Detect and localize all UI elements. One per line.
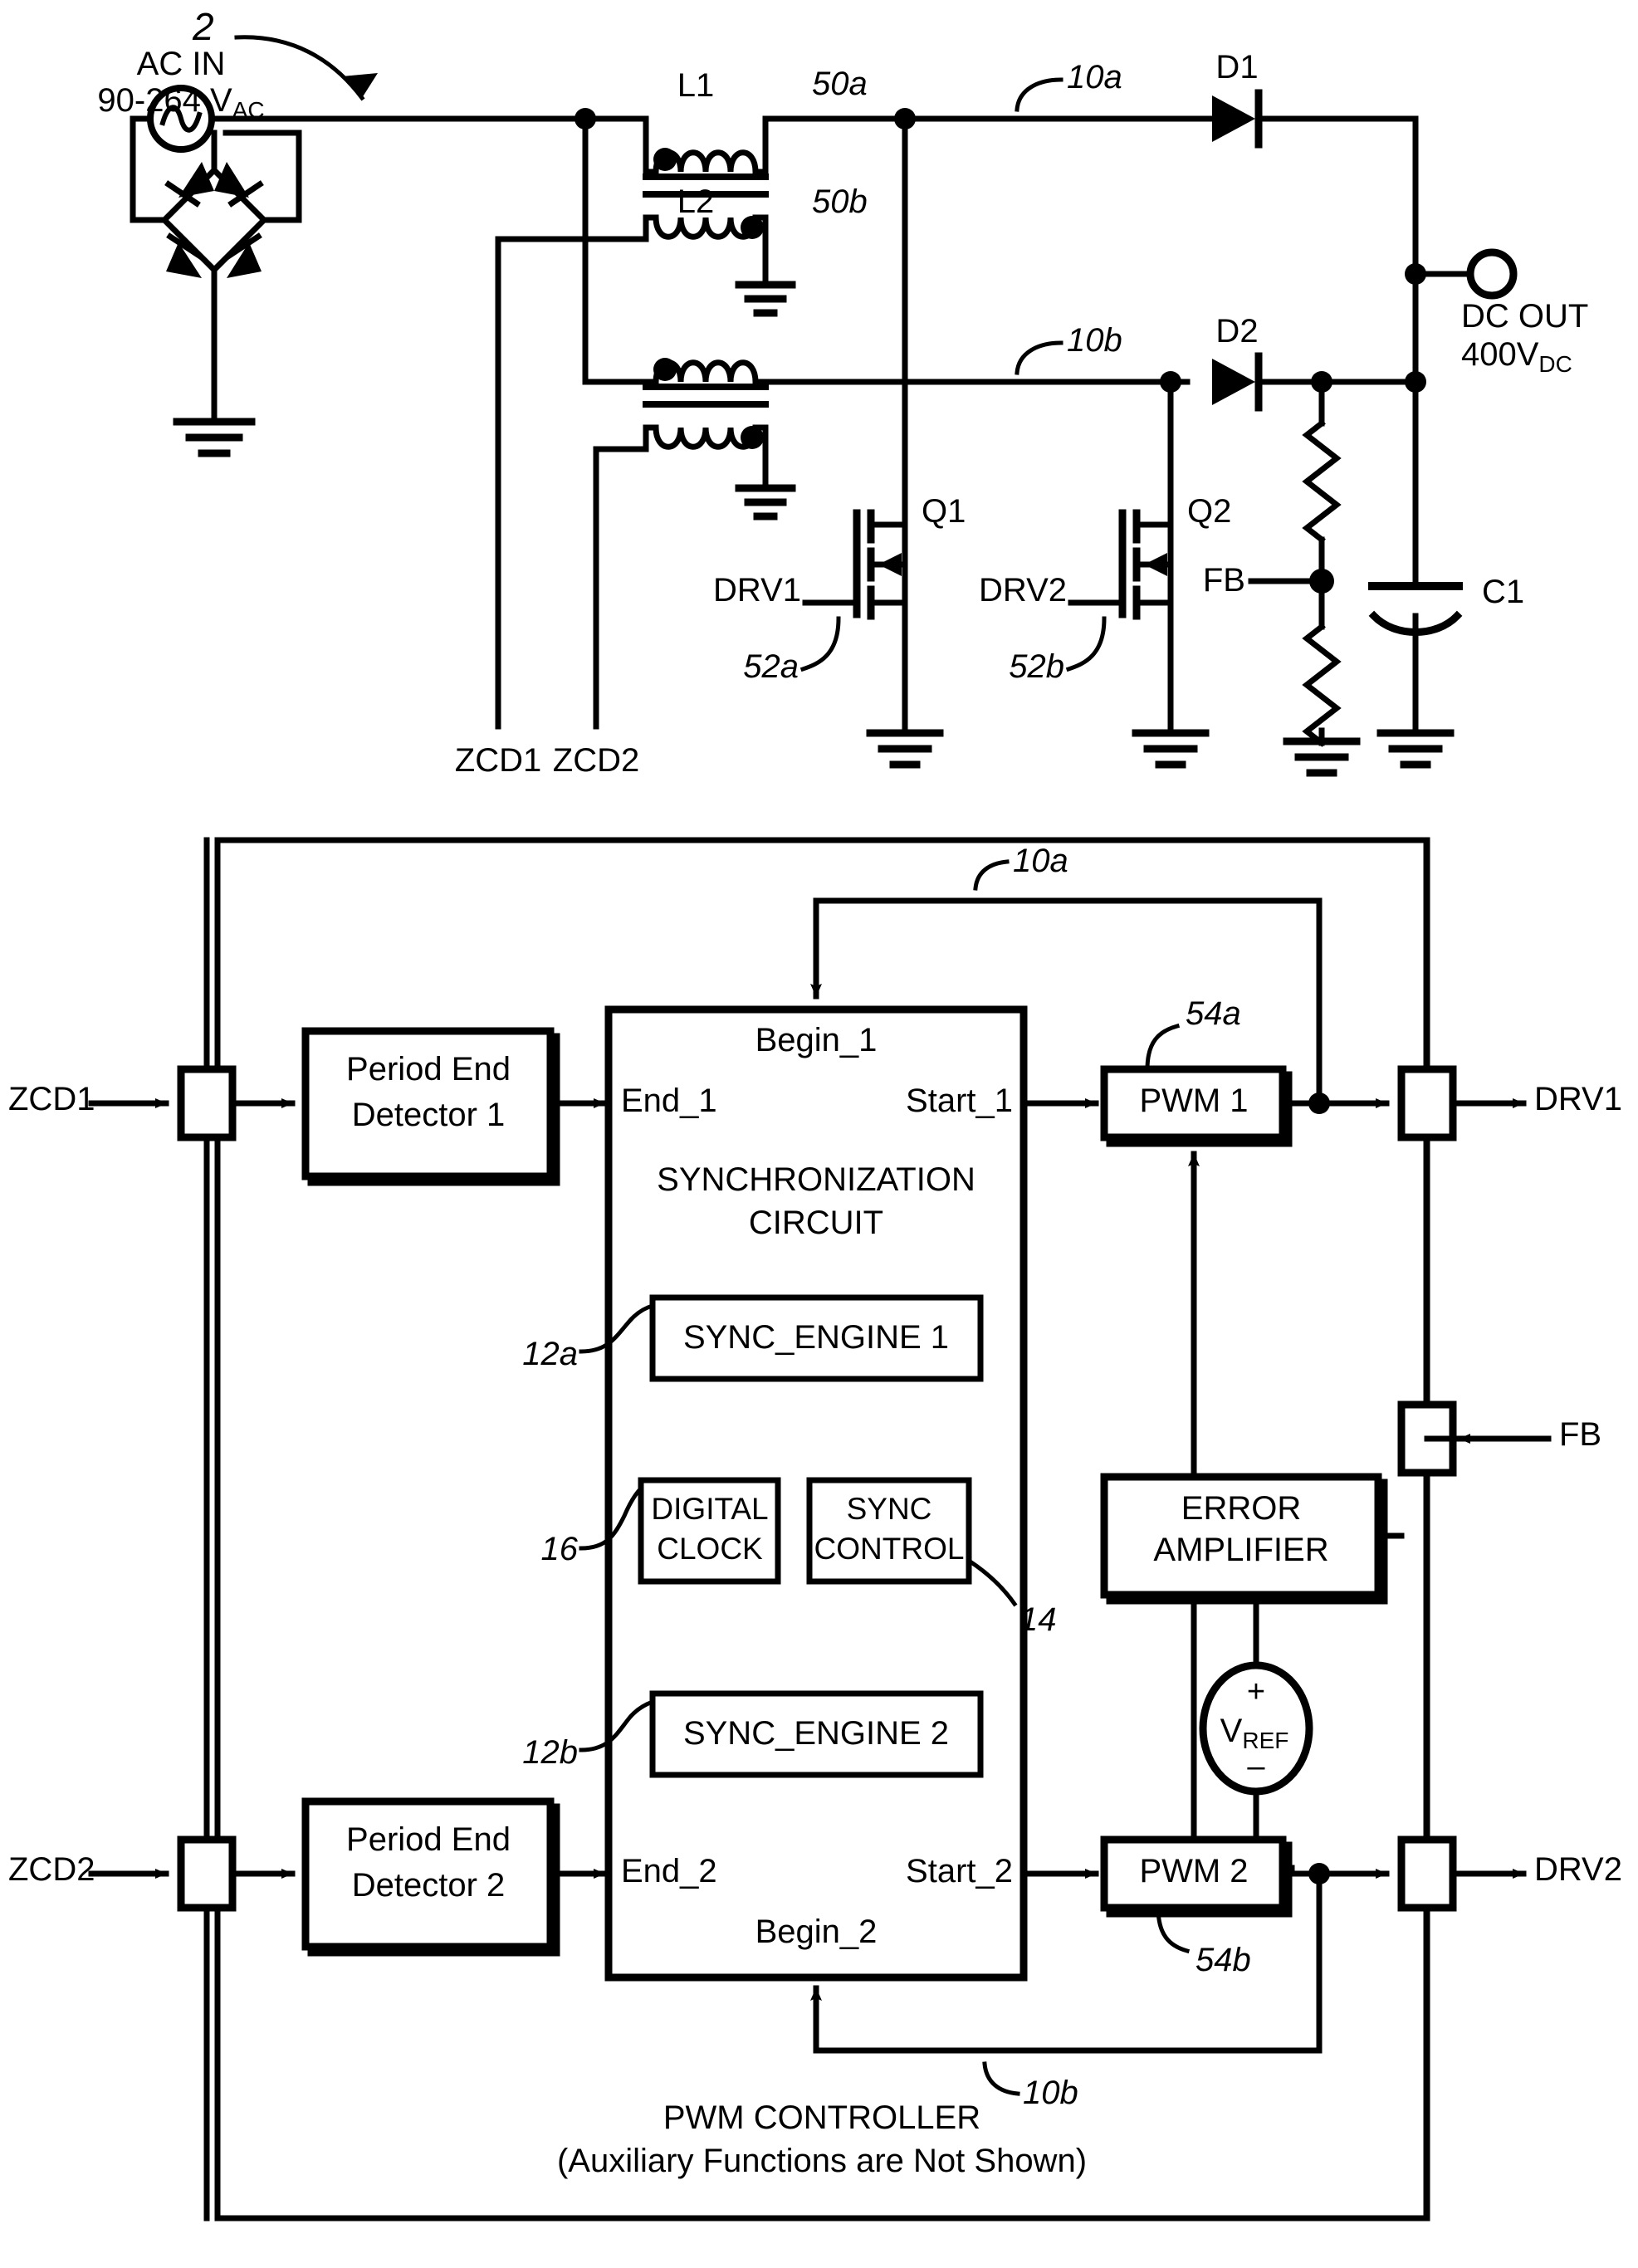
- port-begin-1: Begin_1: [755, 1022, 878, 1058]
- ac-input-label-line2: 90-264 VAC: [97, 83, 264, 123]
- ref-54a: 54a: [1186, 995, 1241, 1032]
- pin-label-zcd1: ZCD1: [8, 1081, 95, 1117]
- pin-label-drv1: DRV1: [1534, 1081, 1622, 1117]
- controller-caption-line1: PWM CONTROLLER: [663, 2099, 981, 2136]
- ref-net-10a-bottom: 10a: [1013, 843, 1068, 879]
- sync-circuit-title-line2: CIRCUIT: [748, 1205, 884, 1241]
- drive-signal-drv1-label: DRV1: [713, 572, 801, 609]
- mosfet-q2-label: Q2: [1187, 493, 1232, 530]
- dc-output-label-line1: DC OUT: [1461, 298, 1589, 335]
- period-end-detector-2-line2: Detector 2: [351, 1867, 506, 1904]
- port-start-1: Start_1: [906, 1083, 1013, 1119]
- ref-52b: 52b: [1009, 648, 1064, 685]
- pwm-2-label: PWM 2: [1139, 1853, 1249, 1889]
- ref-52a: 52a: [743, 648, 799, 685]
- port-start-2: Start_2: [906, 1853, 1013, 1889]
- vref-label: VREF: [1220, 1713, 1289, 1753]
- ac-input-voltage-sub: AC: [232, 96, 265, 123]
- error-amplifier-label-line1: ERROR: [1181, 1490, 1302, 1527]
- digital-clock-label-line2: CLOCK: [657, 1532, 763, 1566]
- dc-output-label-line2: 400VDC: [1461, 337, 1572, 377]
- controller-caption-line2: (Auxiliary Functions are Not Shown): [556, 2143, 1088, 2179]
- ref-net-10a-top: 10a: [1067, 59, 1122, 95]
- port-end-1: End_1: [621, 1083, 717, 1119]
- diode-d2-label: D2: [1215, 313, 1259, 349]
- sync-circuit-title-line1: SYNCHRONIZATION: [657, 1161, 975, 1198]
- period-end-detector-1-line2: Detector 1: [351, 1097, 506, 1133]
- sync-engine-1-label: SYNC_ENGINE 1: [682, 1319, 950, 1356]
- ref-net-10b-top: 10b: [1067, 322, 1122, 359]
- ref-12b: 12b: [522, 1734, 578, 1771]
- ref-16: 16: [540, 1531, 579, 1567]
- mosfet-q1-label: Q1: [922, 493, 966, 530]
- pwm-1-label: PWM 1: [1139, 1083, 1249, 1119]
- feedback-tap-label: FB: [1202, 562, 1245, 599]
- ac-input-voltage: 90-264 V: [97, 82, 232, 119]
- sync-control-label-line1: SYNC: [846, 1492, 932, 1526]
- figure-ref-numeral: 2: [193, 5, 214, 48]
- vref-plus-sign: +: [1246, 1674, 1266, 1709]
- period-end-detector-1-line1: Period End: [346, 1051, 511, 1088]
- zcd1-tap-label: ZCD1: [454, 742, 542, 779]
- ref-54b: 54b: [1195, 1942, 1251, 1978]
- period-end-detector-2-line1: Period End: [346, 1821, 511, 1858]
- vref-prefix: V: [1220, 1713, 1243, 1749]
- vref-minus-sign: –: [1247, 1749, 1265, 1784]
- port-begin-2: Begin_2: [755, 1914, 878, 1950]
- sync-engine-2-label: SYNC_ENGINE 2: [682, 1715, 950, 1752]
- error-amplifier-label-line2: AMPLIFIER: [1153, 1532, 1329, 1568]
- zcd2-tap-label: ZCD2: [552, 742, 640, 779]
- port-end-2: End_2: [621, 1853, 717, 1889]
- capacitor-c1-label: C1: [1482, 574, 1525, 610]
- inductor-l2-label: L2: [677, 183, 715, 220]
- dc-output-voltage: 400V: [1461, 336, 1539, 373]
- ac-input-label-line1: AC IN: [136, 46, 226, 82]
- drive-signal-drv2-label: DRV2: [979, 572, 1067, 609]
- dc-output-voltage-sub: DC: [1538, 350, 1572, 377]
- sync-control-label-line2: CONTROL: [814, 1532, 965, 1566]
- pin-label-drv2: DRV2: [1534, 1851, 1622, 1888]
- patent-figure: 2 AC IN 90-264 VAC L1 50a L2 50b 10a 10b…: [0, 0, 1638, 2268]
- ref-50b: 50b: [812, 183, 868, 220]
- ref-50a: 50a: [812, 66, 868, 102]
- pin-label-zcd2: ZCD2: [8, 1851, 95, 1888]
- ref-net-10b-bottom: 10b: [1023, 2075, 1078, 2111]
- inductor-l1-label: L1: [677, 67, 715, 104]
- ref-14: 14: [1019, 1601, 1057, 1638]
- ref-12a: 12a: [522, 1336, 578, 1372]
- diode-d1-label: D1: [1215, 49, 1259, 86]
- digital-clock-label-line1: DIGITAL: [651, 1492, 769, 1526]
- pin-label-fb: FB: [1559, 1416, 1602, 1453]
